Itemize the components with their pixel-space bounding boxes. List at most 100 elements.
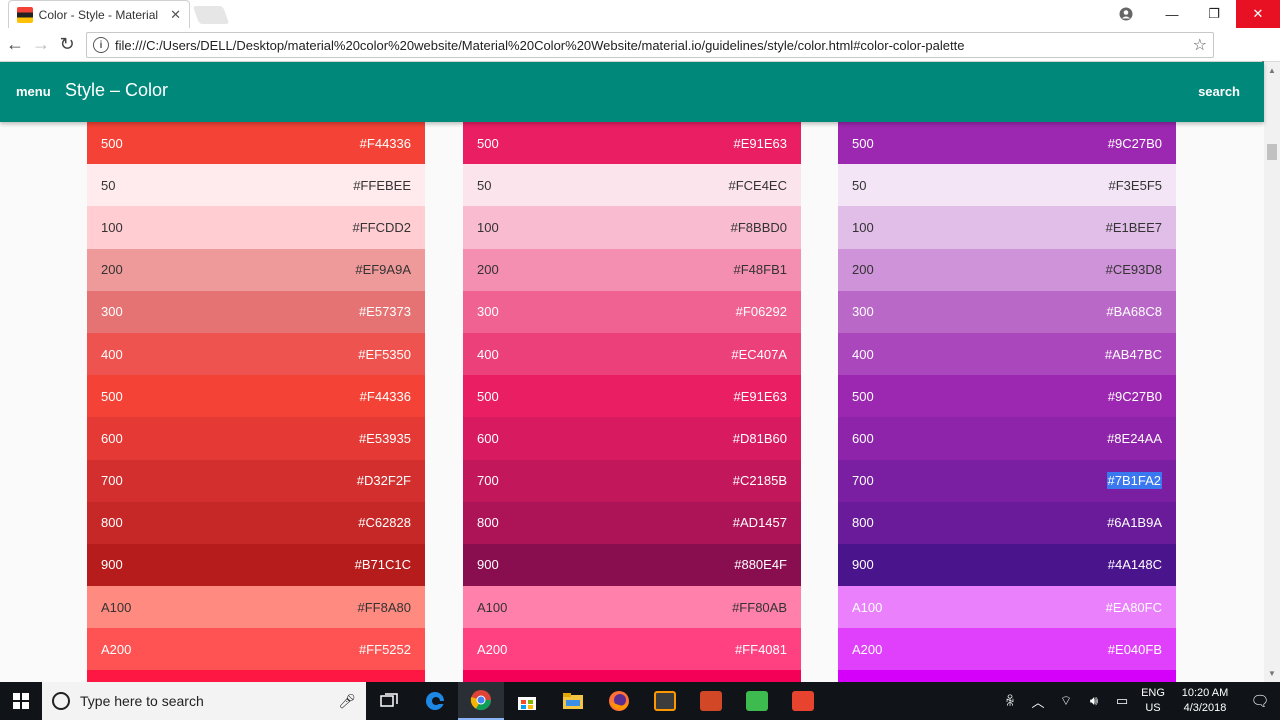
color-swatch-row[interactable]: 200 #EF9A9A	[87, 248, 425, 291]
color-swatch-row[interactable]: 50 #FCE4EC	[463, 164, 801, 207]
clock[interactable]: 10:20 AM 4/3/2018	[1170, 686, 1240, 716]
start-button[interactable]	[0, 682, 42, 720]
color-swatch-row[interactable]: 200 #F48FB1	[463, 248, 801, 291]
camtasia-icon[interactable]	[734, 682, 780, 720]
menu-button[interactable]: menu	[16, 84, 51, 99]
profile-icon[interactable]	[1104, 0, 1148, 28]
color-swatch-row[interactable]: A100 #FF80AB	[463, 586, 801, 629]
swatch-hex[interactable]: #EA80FC	[1106, 600, 1162, 615]
color-swatch-row[interactable]: 500 #E91E63	[463, 375, 801, 418]
color-swatch-row[interactable]: 500 #F44336	[87, 375, 425, 418]
swatch-hex[interactable]: #F06292	[736, 304, 787, 319]
swatch-hex[interactable]: #F8BBD0	[731, 220, 787, 235]
maximize-button[interactable]: ❐	[1192, 0, 1236, 28]
color-swatch-row[interactable]: 100 #E1BEE7	[838, 206, 1176, 249]
color-swatch-row[interactable]: 300 #BA68C8	[838, 290, 1176, 333]
color-swatch-row[interactable]: 50 #FFEBEE	[87, 164, 425, 207]
swatch-hex[interactable]: #FF80AB	[732, 600, 787, 615]
page-scrollbar[interactable]: ▲ ▼	[1264, 62, 1280, 682]
swatch-hex[interactable]: #EF5350	[358, 347, 411, 362]
swatch-hex[interactable]: #E040FB	[1108, 642, 1162, 657]
color-swatch-row[interactable]: 400 #EF5350	[87, 332, 425, 376]
swatch-hex[interactable]: #FCE4EC	[728, 178, 787, 193]
address-bar[interactable]: i file:///C:/Users/DELL/Desktop/material…	[86, 32, 1214, 58]
swatch-hex[interactable]: #4A148C	[1108, 557, 1162, 572]
swatch-hex[interactable]: #F44336	[360, 136, 411, 151]
color-swatch-row[interactable]: A100 #EA80FC	[838, 586, 1176, 629]
color-swatch-row[interactable]: 700 #C2185B	[463, 459, 801, 502]
swatch-hex[interactable]: #E91E63	[734, 389, 788, 404]
color-swatch-row[interactable]: A400#FF1744	[87, 670, 425, 682]
color-swatch-row[interactable]: 800 #6A1B9A	[838, 501, 1176, 544]
people-icon[interactable]: ꆜ	[996, 693, 1024, 710]
swatch-hex[interactable]: #E57373	[359, 304, 411, 319]
powerpoint-icon[interactable]	[688, 682, 734, 720]
color-swatch-row[interactable]: 700 #D32F2F	[87, 459, 425, 502]
forward-icon[interactable]: →	[28, 32, 54, 58]
swatch-hex[interactable]: #F48FB1	[734, 262, 787, 277]
color-swatch-row[interactable]: 500 #F44336	[87, 122, 425, 165]
new-tab-button[interactable]	[192, 6, 230, 24]
color-swatch-row[interactable]: 700 #7B1FA2	[838, 459, 1176, 502]
color-swatch-row[interactable]: 400 #AB47BC	[838, 332, 1176, 376]
browser-tab[interactable]: Color - Style - Material D ✕	[8, 0, 190, 28]
swatch-hex[interactable]: #880E4F	[734, 557, 787, 572]
tab-close-icon[interactable]: ✕	[170, 7, 181, 23]
color-swatch-row[interactable]: 300 #F06292	[463, 290, 801, 333]
color-swatch-row[interactable]: 50 #F3E5F5	[838, 164, 1176, 207]
swatch-hex[interactable]: #6A1B9A	[1107, 515, 1162, 530]
swatch-hex[interactable]: #FFCDD2	[352, 220, 411, 235]
search-button[interactable]: search	[1198, 84, 1240, 99]
color-swatch-row[interactable]: 900 #880E4F	[463, 543, 801, 587]
swatch-hex[interactable]: #C2185B	[733, 473, 787, 488]
swatch-hex[interactable]: #F3E5F5	[1109, 178, 1162, 193]
close-window-button[interactable]: ✕	[1236, 0, 1280, 28]
language-indicator[interactable]: ENG US	[1136, 686, 1170, 716]
swatch-hex[interactable]: #EF9A9A	[355, 262, 411, 277]
swatch-hex[interactable]: #AD1457	[733, 515, 787, 530]
task-view-icon[interactable]	[366, 682, 412, 720]
color-swatch-row[interactable]: 600 #E53935	[87, 417, 425, 460]
reload-icon[interactable]: ↻	[54, 32, 80, 58]
swatch-hex[interactable]: #FF4081	[735, 642, 787, 657]
recorder-icon[interactable]	[780, 682, 826, 720]
back-icon[interactable]: ←	[2, 32, 28, 58]
swatch-hex[interactable]: #C62828	[358, 515, 411, 530]
color-swatch-row[interactable]: 300 #E57373	[87, 290, 425, 333]
color-swatch-row[interactable]: A200 #FF4081	[463, 628, 801, 671]
info-icon[interactable]: i	[93, 37, 109, 53]
color-swatch-row[interactable]: 200 #CE93D8	[838, 248, 1176, 291]
swatch-hex[interactable]: #E53935	[359, 431, 411, 446]
action-center-icon[interactable]: 🗨︎	[1240, 692, 1280, 710]
swatch-hex[interactable]: #E91E63	[734, 136, 788, 151]
swatch-hex[interactable]: #8E24AA	[1107, 431, 1162, 446]
swatch-hex-selected[interactable]: #7B1FA2	[1106, 472, 1162, 490]
sublime-text-icon[interactable]	[642, 682, 688, 720]
swatch-hex[interactable]: #BA68C8	[1106, 304, 1162, 319]
color-swatch-row[interactable]: 100 #F8BBD0	[463, 206, 801, 249]
show-hidden-icons-icon[interactable]: ︿	[1024, 692, 1052, 711]
color-swatch-row[interactable]: A400#F50057	[463, 670, 801, 682]
swatch-hex[interactable]: #9C27B0	[1108, 389, 1162, 404]
firefox-icon[interactable]	[596, 682, 642, 720]
minimize-button[interactable]: —	[1150, 0, 1194, 28]
color-swatch-row[interactable]: A200 #FF5252	[87, 628, 425, 671]
color-swatch-row[interactable]: 900 #B71C1C	[87, 543, 425, 587]
swatch-hex[interactable]: #CE93D8	[1106, 262, 1162, 277]
color-swatch-row[interactable]: 500 #9C27B0	[838, 122, 1176, 165]
swatch-hex[interactable]: #FF5252	[359, 642, 411, 657]
color-swatch-row[interactable]: 100 #FFCDD2	[87, 206, 425, 249]
swatch-hex[interactable]: #D32F2F	[357, 473, 411, 488]
swatch-hex[interactable]: #FF8A80	[358, 600, 411, 615]
taskbar-search[interactable]: Type here to search 🎤︎	[42, 682, 366, 720]
chrome-icon[interactable]	[458, 682, 504, 720]
scroll-up-icon[interactable]: ▲	[1268, 66, 1276, 75]
wifi-icon[interactable]: ⌔	[1052, 693, 1080, 709]
store-icon[interactable]	[504, 682, 550, 720]
edge-icon[interactable]	[412, 682, 458, 720]
battery-icon[interactable]: ▭	[1108, 693, 1136, 709]
color-swatch-row[interactable]: 500 #9C27B0	[838, 375, 1176, 418]
swatch-hex[interactable]: #F44336	[360, 389, 411, 404]
color-swatch-row[interactable]: 900 #4A148C	[838, 543, 1176, 587]
bookmark-star-icon[interactable]: ☆	[1193, 35, 1207, 55]
